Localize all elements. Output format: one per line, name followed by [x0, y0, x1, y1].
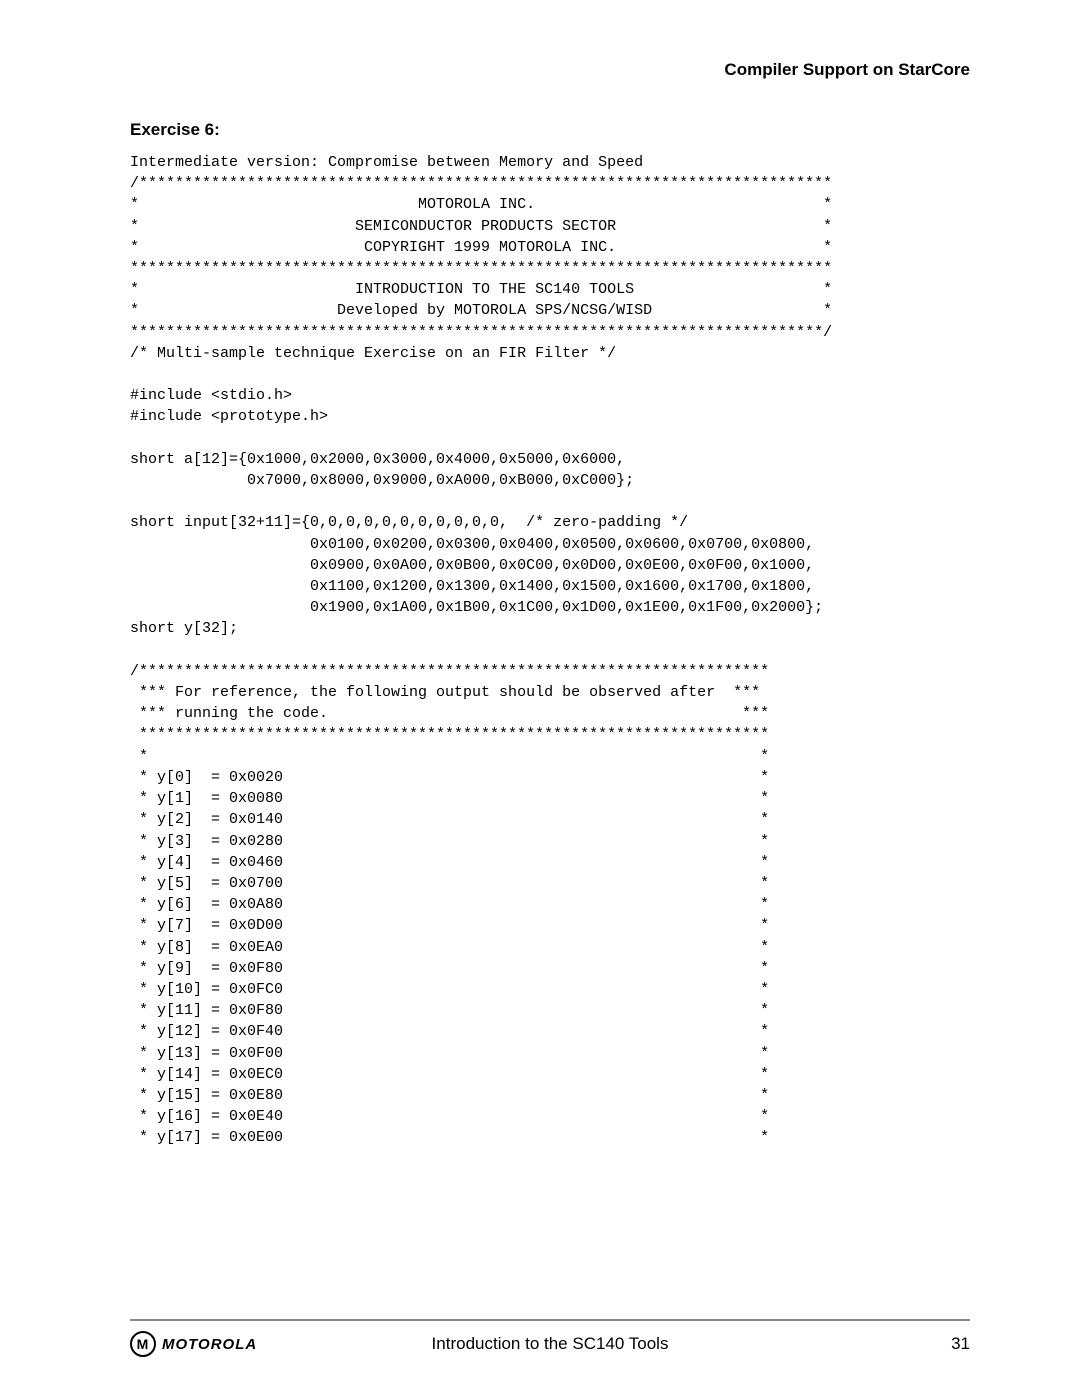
footer-title: Introduction to the SC140 Tools: [130, 1334, 970, 1354]
footer-rule: [130, 1319, 970, 1321]
code-listing: Intermediate version: Compromise between…: [130, 152, 970, 1149]
exercise-heading: Exercise 6:: [130, 120, 970, 140]
section-header: Compiler Support on StarCore: [130, 60, 970, 80]
document-page: Compiler Support on StarCore Exercise 6:…: [0, 0, 1080, 1397]
page-footer: M MOTOROLA Introduction to the SC140 Too…: [130, 1319, 970, 1357]
